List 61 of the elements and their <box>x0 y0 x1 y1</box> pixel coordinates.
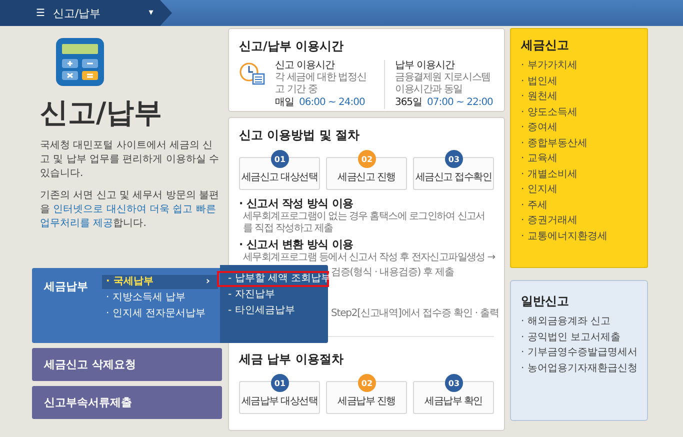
intro-note: 기존의 서면 신고 및 세무서 방문의 불편을 인터넷으로 대신하여 더욱 쉽고 빠른 업무처리를 제공합니다. <box>40 189 220 231</box>
step-label: 세금신고 접수확인 <box>416 170 492 184</box>
tax-link[interactable]: · 법인세 <box>521 74 637 89</box>
section-text: 세무회계프로그램 등에서 신고서 작성 후 전자신고파일생성 → <box>242 252 494 264</box>
clock-calendar-icon <box>239 62 265 86</box>
hours-title: 신고 이용시간 <box>275 60 336 72</box>
step-number: 01 <box>271 374 289 392</box>
panel-title: 세금신고 <box>521 37 570 54</box>
step-number: 02 <box>358 374 376 392</box>
tax-link[interactable]: · 교육세 <box>521 151 637 166</box>
flyout-item[interactable]: - 타인세금납부 <box>220 303 328 319</box>
submenu-item[interactable]: · 국세납부 › <box>102 275 218 289</box>
step-number: 03 <box>445 374 463 392</box>
step-label: 세금신고 진행 <box>338 170 396 184</box>
calculator-icon <box>55 37 105 87</box>
tax-link[interactable]: · 부가가치세 <box>521 58 637 74</box>
section-dropdown[interactable]: ☰ 신고/납부 ▾ <box>0 0 172 26</box>
tax-link[interactable]: · 주세 <box>521 198 637 213</box>
hours-time: 07:00 ~ 22:00 <box>427 97 493 108</box>
flyout-item[interactable]: - 자진납부 <box>220 287 328 303</box>
section-heading: · 신고서 변환 방식 이용 <box>239 238 354 252</box>
submenu-item[interactable]: · 인지세 전자문서납부 <box>102 307 218 321</box>
page-title: 신고/납부 <box>40 97 164 129</box>
hours-text: 각 세금에 대한 법정신고 기간 중 <box>275 72 368 96</box>
report-link[interactable]: · 기부금영수증발급명세서 <box>521 345 637 360</box>
menu-button[interactable]: 신고부속서류제출 <box>32 386 222 419</box>
intro-text: 국세청 대민포털 사이트에서 세금의 신고 및 납부 업무를 편리하게 이용하실 수 있습니다. <box>40 139 220 181</box>
report-link[interactable]: · 공익법인 보고서제출 <box>521 330 637 345</box>
tax-link[interactable]: · 인지세 <box>521 182 637 198</box>
tax-link[interactable]: · 종합부동산세 <box>521 136 637 151</box>
menu-title: 세금납부 <box>44 279 88 294</box>
step-label: 세금납부 대상선택 <box>242 394 318 408</box>
report-link[interactable]: · 해외금융계좌 신고 <box>521 314 637 330</box>
step-label: 세금납부 확인 <box>424 394 482 408</box>
tax-link[interactable]: · 증여세 <box>521 120 637 136</box>
step-label: 세금납부 진행 <box>338 394 396 408</box>
step-number: 02 <box>358 150 376 168</box>
step-label: 세금신고 대상선택 <box>242 170 318 184</box>
hours-title: 납부 이용시간 <box>394 60 456 72</box>
section-text: Step2[신고내역]에서 접수증 확인 · 출력 <box>331 308 499 320</box>
step-number: 03 <box>445 150 463 168</box>
hours-time: 06:00 ~ 24:00 <box>299 97 365 108</box>
tax-link[interactable]: · 원천세 <box>521 89 637 104</box>
tax-link[interactable]: · 증권거래세 <box>521 213 637 228</box>
step-number: 01 <box>271 150 289 168</box>
menu-button[interactable]: 세금신고 삭제요청 <box>32 348 222 381</box>
submenu-item[interactable]: · 지방소득세 납부 <box>102 291 218 305</box>
section-heading: · 신고서 작성 방식 이용 <box>239 197 354 211</box>
panel-title: 일반신고 <box>521 293 570 310</box>
section-text: 검증(형식 · 내용검증) 후 제출 <box>331 267 454 279</box>
tax-link[interactable]: · 개별소비세 <box>521 166 637 182</box>
hours-day: 매일 <box>275 97 294 108</box>
tax-link[interactable]: · 교통에너지환경세 <box>521 228 637 244</box>
card-title: 신고/납부 이용시간 <box>239 38 345 55</box>
tax-link[interactable]: · 양도소득세 <box>521 104 637 120</box>
hours-text: 금융결제원 지로시스템 이용시간과 동일 <box>394 72 492 96</box>
card-title: 신고 이용방법 및 절차 <box>239 127 361 144</box>
section-text: 세무회계프로그램이 없는 경우 홈택스에 로그인하여 신고서를 직접 작성하고 제출 <box>242 211 486 235</box>
hours-day: 365일 <box>394 97 422 108</box>
report-link[interactable]: · 농어업용기자재환급신청 <box>521 360 637 376</box>
card-title: 세금 납부 이용절차 <box>239 351 344 368</box>
